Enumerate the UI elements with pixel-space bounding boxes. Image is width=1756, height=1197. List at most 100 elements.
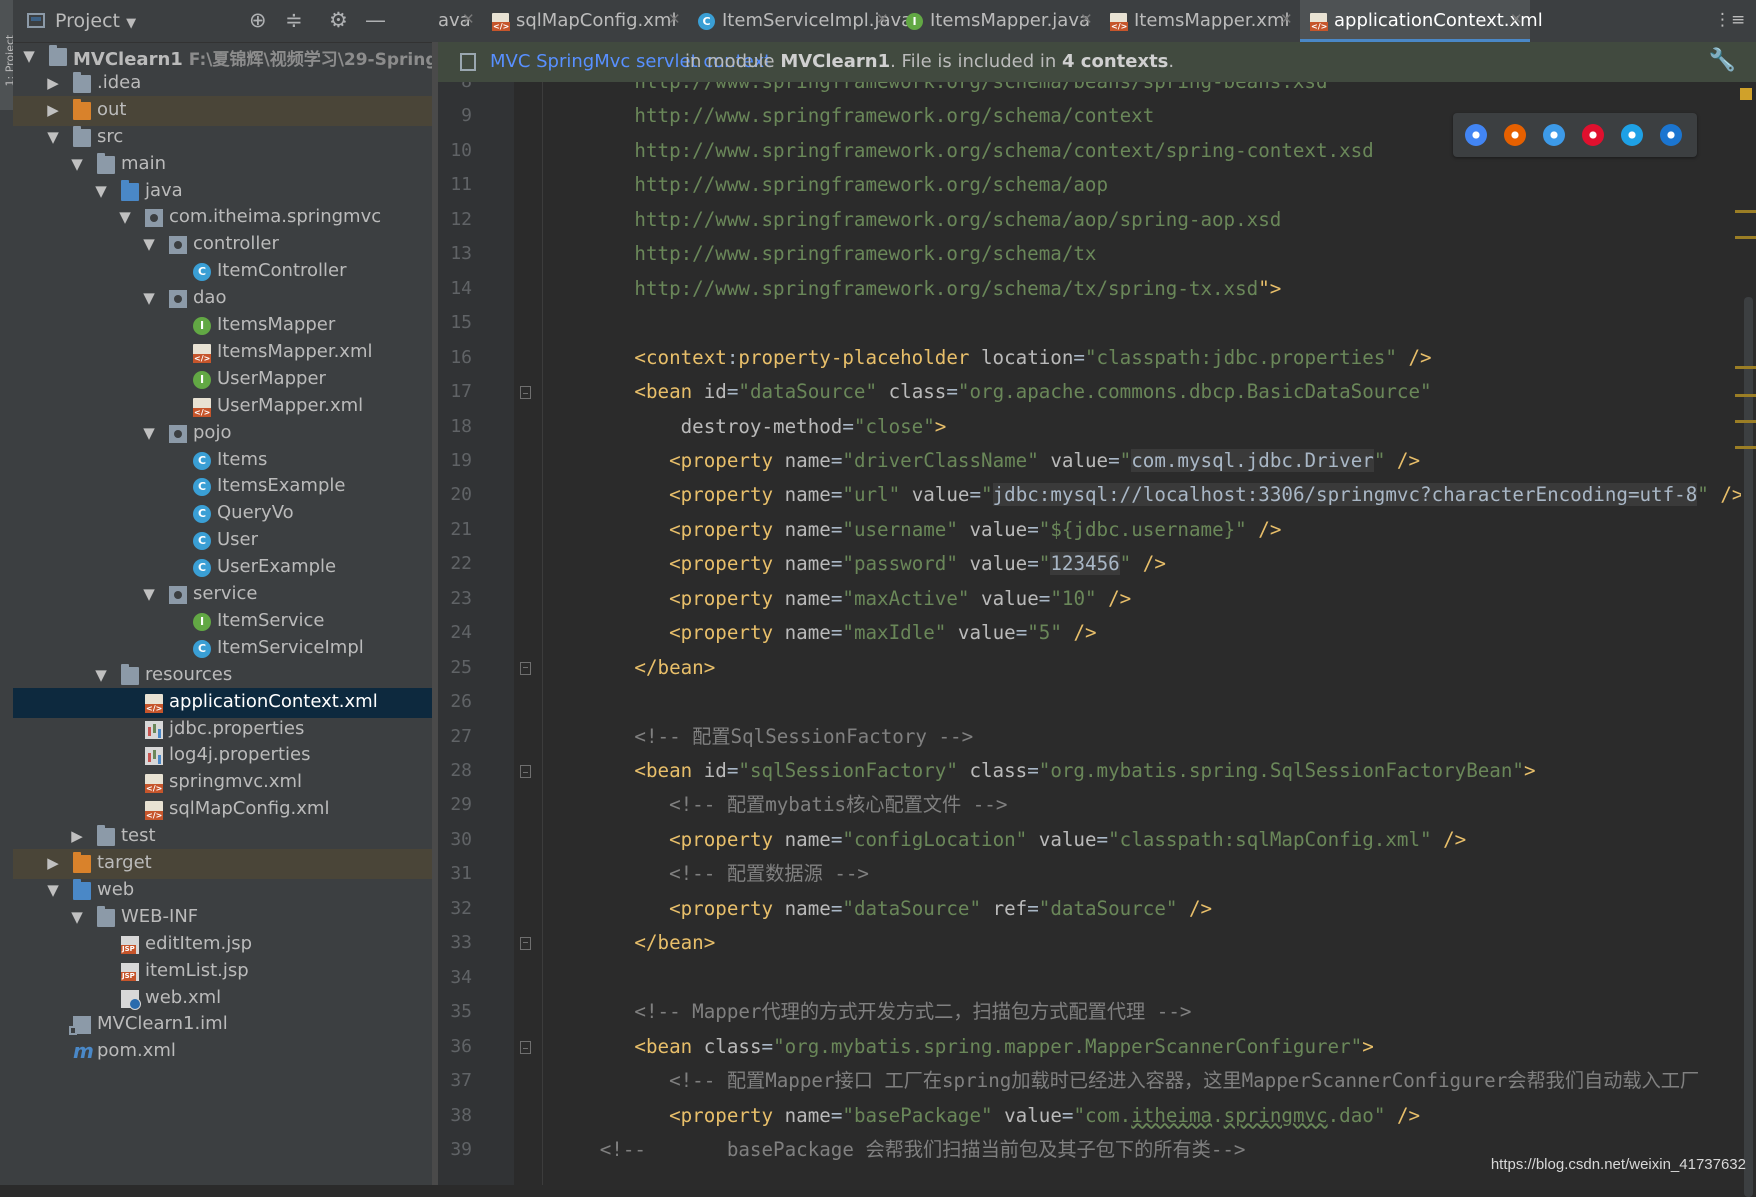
expand-arrow-icon[interactable]: ▼ (70, 908, 84, 926)
editor-tab[interactable]: applicationContext.xml✕ (1300, 0, 1543, 42)
tree-item[interactable]: springmvc.xml (13, 768, 438, 798)
collapse-arrow-icon[interactable]: ▶ (46, 74, 60, 92)
tree-item[interactable]: I ItemService (13, 607, 438, 637)
warning-indicator-icon[interactable] (1740, 88, 1752, 100)
tree-item[interactable]: C User (13, 526, 438, 556)
safari-icon[interactable] (1543, 124, 1565, 146)
code-line: </bean> (542, 651, 715, 685)
fold-open-icon[interactable] (520, 1040, 531, 1054)
ie-icon[interactable] (1621, 124, 1643, 146)
expand-arrow-icon[interactable]: ▼ (70, 155, 84, 173)
close-icon[interactable]: ✕ (1510, 10, 1523, 28)
expand-arrow-icon[interactable]: ▼ (94, 666, 108, 684)
collapse-arrow-icon[interactable]: ▶ (70, 827, 84, 845)
tree-item[interactable]: sqlMapConfig.xml (13, 795, 438, 825)
tree-item[interactable]: ▼ MVClearn1 F:\夏锦辉\视频学习\29-SpringM (13, 42, 438, 72)
close-icon[interactable]: ✕ (1080, 10, 1093, 28)
tree-item[interactable]: applicationContext.xml (13, 687, 438, 718)
close-icon[interactable]: ✕ (876, 10, 889, 28)
error-stripe-mark[interactable] (1735, 236, 1756, 239)
tree-item[interactable]: ▼ main (13, 150, 438, 180)
tree-item[interactable]: ▼ controller (13, 230, 438, 260)
edge-icon[interactable] (1660, 124, 1682, 146)
error-stripe-mark[interactable] (1735, 366, 1756, 369)
tree-item[interactable]: ▼ pojo (13, 419, 438, 449)
expand-arrow-icon[interactable]: ▼ (94, 182, 108, 200)
tree-item[interactable]: ▼ web (13, 876, 438, 906)
fold-open-icon[interactable] (520, 386, 531, 400)
expand-arrow-icon[interactable]: ▼ (142, 585, 156, 603)
error-stripe-mark[interactable] (1735, 420, 1756, 423)
tree-item[interactable]: ▶ test (13, 822, 438, 852)
locate-icon[interactable]: ⊕ (249, 8, 267, 32)
expand-arrow-icon[interactable]: ▼ (118, 208, 132, 226)
tree-item[interactable]: ▼ com.itheima.springmvc (13, 203, 438, 233)
code-area[interactable]: http://www.springframework.org/schema/be… (542, 82, 1756, 1185)
opera-icon[interactable] (1582, 124, 1604, 146)
project-view-selector[interactable]: Project ▼ (55, 10, 136, 32)
collapse-arrow-icon[interactable]: ▶ (46, 101, 60, 119)
tree-item[interactable]: ▼ src (13, 123, 438, 153)
expand-arrow-icon[interactable]: ▼ (46, 881, 60, 899)
expand-arrow-icon[interactable]: ▼ (142, 289, 156, 307)
chrome-icon[interactable] (1465, 124, 1487, 146)
tree-item[interactable]: C ItemsExample (13, 472, 438, 502)
fold-open-icon[interactable] (520, 765, 531, 778)
gear-icon[interactable]: ⚙ (329, 8, 348, 32)
editor-tab[interactable]: ItemsMapper.xml✕ (1100, 0, 1300, 42)
firefox-icon[interactable] (1504, 124, 1526, 146)
tree-item[interactable]: ▼ service (13, 580, 438, 610)
scrollbar-thumb[interactable] (1744, 297, 1753, 1197)
expand-arrow-icon[interactable]: ▼ (46, 128, 60, 146)
tree-item[interactable]: ▼ WEB-INF (13, 903, 438, 933)
fold-close-icon[interactable] (520, 937, 531, 951)
tree-item[interactable]: I ItemsMapper (13, 311, 438, 341)
close-icon[interactable]: ✕ (668, 10, 681, 28)
tree-item[interactable]: ItemsMapper.xml (13, 338, 438, 368)
tree-item[interactable]: web.xml (13, 984, 438, 1014)
code-token: = (830, 896, 843, 920)
tree-item[interactable]: C Items (13, 446, 438, 476)
error-stripe-mark[interactable] (1735, 210, 1756, 213)
collapse-all-icon[interactable]: ≑ (285, 8, 303, 32)
editor-tab[interactable]: sqlMapConfig.xml✕ (482, 0, 688, 42)
editor-scrollbar[interactable] (1741, 82, 1756, 1197)
editor-tab[interactable]: I ItemsMapper.java ✕ (896, 0, 1100, 42)
tree-item[interactable]: C ItemController (13, 257, 438, 287)
tree-item[interactable]: itemList.jsp (13, 957, 438, 987)
tree-item[interactable]: ▼ java (13, 177, 438, 207)
code-token: > (934, 414, 947, 438)
fold-close-icon[interactable] (520, 661, 531, 675)
wrench-icon[interactable]: 🔧 (1709, 48, 1736, 73)
error-stripe-mark[interactable] (1735, 446, 1756, 449)
tree-item[interactable]: m pom.xml (13, 1037, 438, 1067)
code-editor[interactable]: 8 9 10 11 12 13 14 15 16 17 18 19 20 21 22 23 24 25 26 27 28… (438, 82, 1756, 1185)
tree-item[interactable]: I UserMapper (13, 365, 438, 395)
tree-item[interactable]: ▼ dao (13, 284, 438, 314)
expand-arrow-icon[interactable]: ▼ (22, 47, 36, 65)
chevron-down-icon: ▼ (126, 16, 137, 31)
expand-arrow-icon[interactable]: ▼ (142, 424, 156, 442)
tab-overflow-icon[interactable]: ⋮≡ (1714, 10, 1745, 30)
editor-tab[interactable]: C ItemServiceImpl.java ✕ (688, 0, 912, 42)
project-tool-tab[interactable]: 1: Project (0, 0, 17, 110)
tree-item[interactable]: jdbc.properties (13, 715, 438, 745)
expand-arrow-icon[interactable]: ▼ (142, 235, 156, 253)
tree-item[interactable]: ▶ target (13, 849, 438, 879)
tree-item[interactable]: ▶ .idea (13, 69, 438, 99)
close-icon[interactable]: ✕ (462, 10, 475, 28)
close-icon[interactable]: ✕ (1280, 10, 1293, 28)
tree-item[interactable]: C QueryVo (13, 499, 438, 529)
tree-item[interactable]: ▼ resources (13, 661, 438, 691)
collapse-arrow-icon[interactable]: ▶ (46, 854, 60, 872)
tree-item[interactable]: log4j.properties (13, 741, 438, 771)
tree-item[interactable]: MVClearn1.iml (13, 1010, 438, 1040)
tree-item[interactable]: C ItemServiceImpl (13, 634, 438, 664)
tree-item[interactable]: C UserExample (13, 553, 438, 583)
tree-item[interactable]: UserMapper.xml (13, 392, 438, 422)
tree-item[interactable]: ▶ out (13, 95, 438, 126)
editor-tab[interactable]: ava ✕ (438, 0, 482, 42)
hide-panel-icon[interactable]: — (365, 8, 386, 32)
error-stripe-mark[interactable] (1735, 394, 1756, 397)
tree-item[interactable]: editItem.jsp (13, 930, 438, 960)
